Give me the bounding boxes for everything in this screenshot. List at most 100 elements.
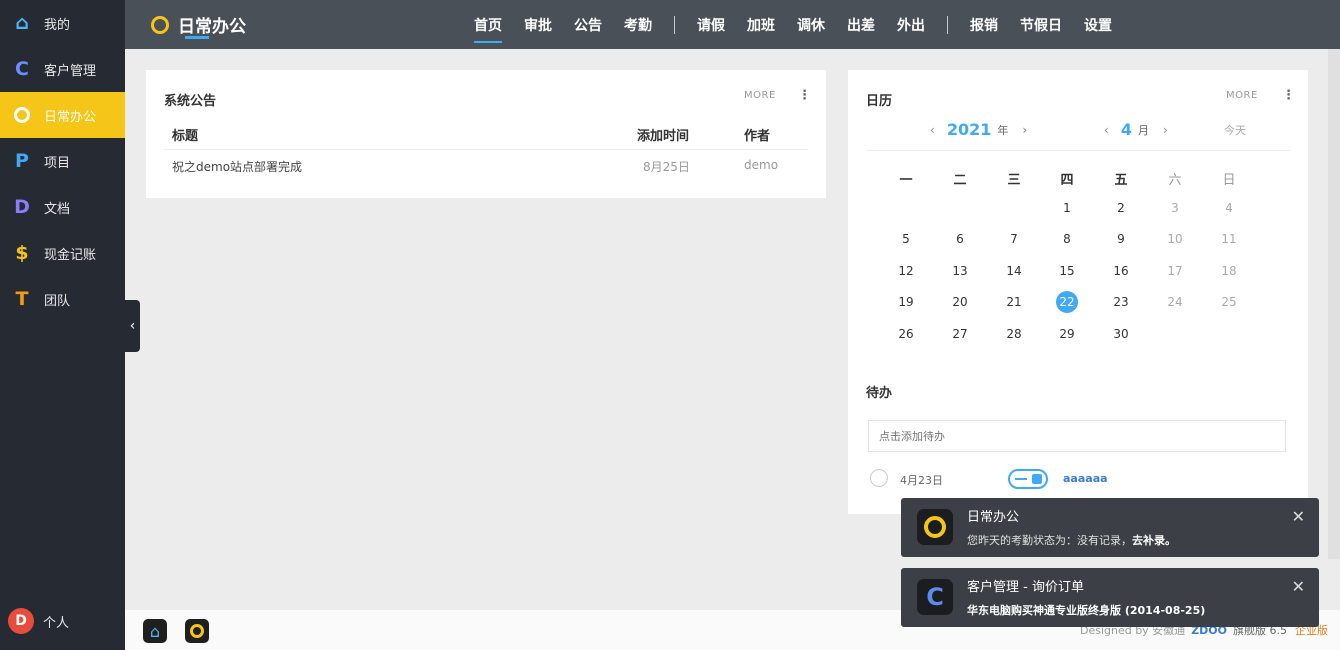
user-menu[interactable]: D 个人	[0, 608, 125, 634]
letter-t-icon: T	[15, 288, 29, 310]
calendar-day[interactable]: 21	[1003, 291, 1025, 313]
notification-oa[interactable]: 日常办公 您昨天的考勤状态为：没有记录，去补录。 ✕	[901, 498, 1319, 557]
calendar-day[interactable]: 16	[1110, 260, 1132, 282]
notification-link[interactable]: 华东电脑购买神通专业版终身版 (2014-08-25)	[967, 604, 1205, 617]
calendar-day[interactable]: 29	[1056, 323, 1078, 345]
calendar-day[interactable]: 28	[1003, 323, 1025, 345]
collapse-sidebar-button[interactable]: ‹	[125, 300, 140, 352]
next-year-icon[interactable]: ›	[1022, 123, 1027, 137]
app-title: 日常办公	[151, 12, 246, 37]
calendar-day[interactable]: 4	[1218, 197, 1240, 219]
todo-date: 4月23日	[900, 474, 943, 487]
notice-row-title[interactable]: 祝之demo站点部署完成	[172, 158, 302, 175]
notice-title: 系统公告	[164, 94, 217, 109]
nav-tab-4[interactable]: 请假	[697, 0, 725, 49]
calendar-day[interactable]: 13	[949, 260, 971, 282]
sidebar-item-2[interactable]: 日常办公	[0, 92, 125, 138]
close-icon[interactable]: ✕	[1292, 507, 1305, 526]
chevron-left-icon: ‹	[129, 318, 136, 334]
close-icon[interactable]: ✕	[1292, 577, 1305, 596]
calendar-day[interactable]: 18	[1218, 260, 1240, 282]
sidebar-item-6[interactable]: T 团队	[0, 276, 125, 322]
dock-oa-button[interactable]	[185, 619, 209, 643]
month-value: 4	[1120, 120, 1132, 139]
dock-home-button[interactable]: ⌂	[143, 619, 167, 643]
notice-row-author: demo	[744, 158, 779, 172]
nav-tab-11[interactable]: 设置	[1084, 0, 1112, 49]
today-button[interactable]: 今天	[1224, 122, 1246, 138]
calendar-day[interactable]: 7	[1003, 228, 1025, 250]
next-month-icon[interactable]: ›	[1163, 123, 1168, 137]
calendar-day[interactable]: 19	[895, 291, 917, 313]
calendar-day[interactable]: 30	[1110, 323, 1132, 345]
nav-tab-1[interactable]: 审批	[524, 0, 552, 49]
notice-more-link[interactable]: MORE	[744, 90, 776, 101]
calendar-day[interactable]: 2	[1110, 197, 1132, 219]
weekday-header: 三	[1007, 173, 1021, 188]
scrollbar[interactable]	[1328, 49, 1340, 559]
sidebar-item-label: 文档	[44, 201, 71, 217]
calendar-title: 日历	[866, 94, 893, 109]
main-nav: 首页 审批 公告 考勤 请假 加班 调休 出差 外出 报销 节假日 设置	[474, 0, 1134, 49]
todo-toggle[interactable]	[1008, 469, 1048, 489]
nav-tab-0[interactable]: 首页	[474, 0, 502, 49]
calendar-day[interactable]: 8	[1056, 228, 1078, 250]
calendar-menu-icon[interactable]: ⋮	[1282, 88, 1295, 103]
sidebar-item-3[interactable]: P 项目	[0, 138, 125, 184]
notification-c-icon: C	[917, 579, 953, 615]
calendar-day[interactable]: 9	[1110, 228, 1132, 250]
nav-tab-9[interactable]: 报销	[970, 0, 998, 49]
nav-tab-10[interactable]: 节假日	[1020, 0, 1062, 49]
home-icon: ⌂	[15, 12, 29, 34]
notice-card: 系统公告 MORE ⋮ 标题 添加时间 作者 祝之demo站点部署完成 8月25…	[146, 70, 826, 198]
sidebar-item-1[interactable]: C 客户管理	[0, 46, 125, 92]
calendar-day[interactable]: 5	[895, 228, 917, 250]
year-unit: 年	[997, 123, 1009, 137]
prev-month-icon[interactable]: ‹	[1104, 123, 1109, 137]
calendar-day[interactable]: 10	[1164, 228, 1186, 250]
year-selector: ‹ 2021 年 ›	[930, 120, 1027, 139]
nav-tab-3[interactable]: 考勤	[624, 0, 652, 49]
calendar-day[interactable]: 11	[1218, 228, 1240, 250]
notification-link[interactable]: 去补录。	[1132, 534, 1176, 547]
nav-tab-7[interactable]: 出差	[847, 0, 875, 49]
sidebar-item-5[interactable]: $ 现金记账	[0, 230, 125, 276]
notification-body: 华东电脑购买神通专业版终身版 (2014-08-25)	[967, 602, 1205, 618]
calendar-day[interactable]: 27	[949, 323, 971, 345]
app-ring-icon	[151, 15, 169, 34]
add-todo-input[interactable]	[868, 420, 1286, 452]
todo-checkbox[interactable]	[870, 469, 888, 487]
month-selector: ‹ 4 月 ›	[1104, 120, 1168, 139]
sidebar: ⌂ 我的 C 客户管理 日常办公 P 项目 D 文档 $ 现金记账 T 团队 D 个人	[0, 0, 125, 650]
prev-year-icon[interactable]: ‹	[930, 123, 935, 137]
calendar-day[interactable]: 14	[1003, 260, 1025, 282]
weekday-header: 日	[1222, 173, 1236, 188]
notice-menu-icon[interactable]: ⋮	[798, 88, 811, 103]
calendar-day[interactable]: 25	[1218, 291, 1240, 313]
sidebar-menu: ⌂ 我的 C 客户管理 日常办公 P 项目 D 文档 $ 现金记账 T 团队	[0, 0, 125, 322]
calendar-day[interactable]: 12	[895, 260, 917, 282]
nav-tab-5[interactable]: 加班	[747, 0, 775, 49]
calendar-more-link[interactable]: MORE	[1226, 90, 1258, 101]
calendar-day[interactable]: 3	[1164, 197, 1186, 219]
todo-text[interactable]: aaaaaa	[1063, 472, 1108, 485]
sidebar-item-4[interactable]: D 文档	[0, 184, 125, 230]
nav-tab-2[interactable]: 公告	[574, 0, 602, 49]
nav-tab-8[interactable]: 外出	[897, 0, 925, 49]
nav-tab-6[interactable]: 调休	[797, 0, 825, 49]
calendar-day[interactable]: 23	[1110, 291, 1132, 313]
calendar-day[interactable]: 20	[949, 291, 971, 313]
sidebar-item-0[interactable]: ⌂ 我的	[0, 0, 125, 46]
todo-title: 待办	[866, 386, 893, 401]
nav-separator	[674, 15, 675, 34]
calendar-day[interactable]: 15	[1056, 260, 1078, 282]
calendar-day[interactable]: 1	[1056, 197, 1078, 219]
calendar-day[interactable]: 6	[949, 228, 971, 250]
top-bar: 日常办公 首页 审批 公告 考勤 请假 加班 调休 出差 外出 报销 节假日 设置	[125, 0, 1340, 49]
calendar-day[interactable]: 24	[1164, 291, 1186, 313]
calendar-day[interactable]: 26	[895, 323, 917, 345]
calendar-day[interactable]: 17	[1164, 260, 1186, 282]
weekday-header: 六	[1168, 173, 1182, 188]
notification-crm[interactable]: C 客户管理 - 询价订单 华东电脑购买神通专业版终身版 (2014-08-25…	[901, 568, 1319, 627]
calendar-day[interactable]: 22	[1056, 291, 1078, 314]
